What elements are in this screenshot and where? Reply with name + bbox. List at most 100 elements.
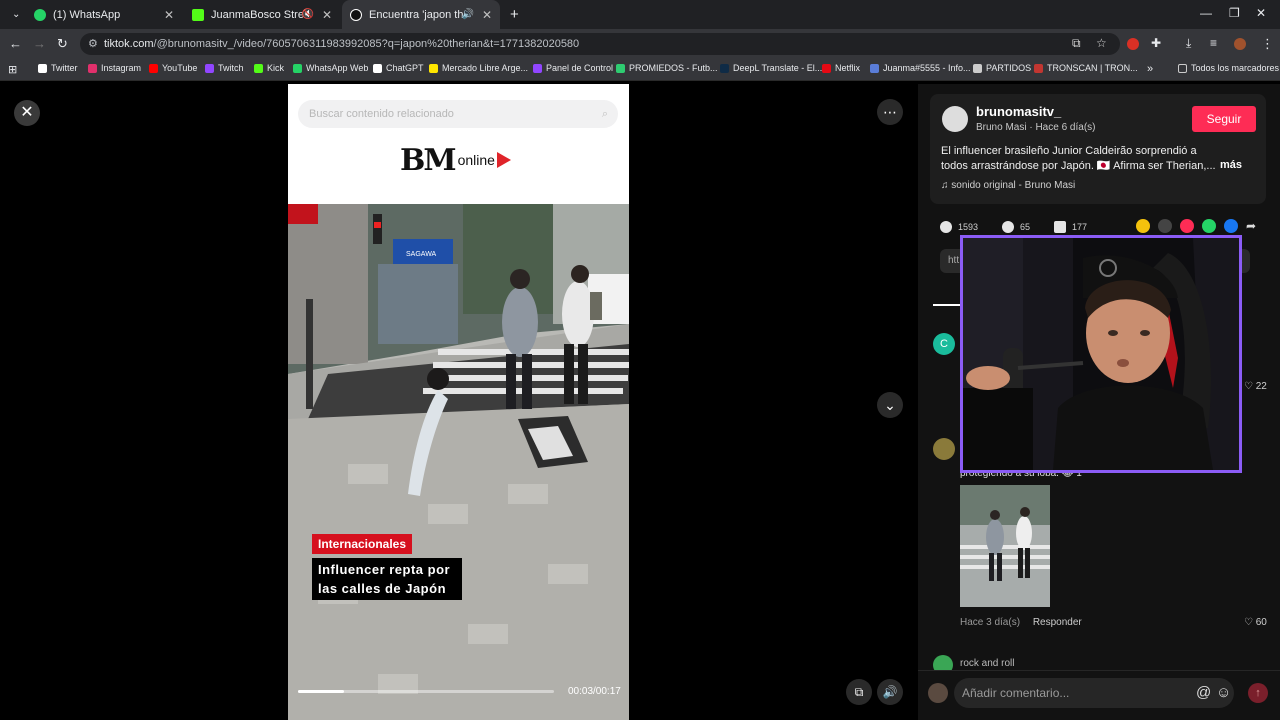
bookmark-mercado-libre[interactable]: Mercado Libre Arge... (429, 63, 528, 73)
extensions-icon[interactable]: ✚ (1151, 36, 1161, 50)
comments-tab-indicator (933, 304, 963, 306)
bookmark-instagram[interactable]: Instagram (88, 63, 141, 73)
url-text[interactable]: tiktok.com/@brunomasitv_/video/760570631… (104, 38, 579, 50)
bm-online-logo: BM online (400, 142, 511, 178)
share-whatsapp-icon[interactable] (1202, 219, 1216, 233)
audio-playing-icon[interactable]: 🔊 (462, 9, 474, 20)
bookmark-twitter[interactable]: Twitter (38, 63, 78, 73)
bookmark-star-icon[interactable]: ☆ (1096, 36, 1107, 50)
more-link[interactable]: más (1220, 159, 1242, 171)
media-control-icon[interactable]: ≡ (1210, 36, 1217, 50)
comment-meta: Hace 3 día(s) Responder (960, 617, 1092, 628)
bookmarks-bar: ⊞ Twitter Instagram YouTube Twitch Kick … (0, 59, 1280, 81)
comment-like[interactable]: ♡ 22 (1244, 381, 1267, 392)
like-button[interactable]: 1593 (940, 221, 978, 233)
share-arrow-icon[interactable]: ➦ (1246, 219, 1260, 233)
engagement-bar: 1593 65 177 ➦ (940, 216, 1270, 236)
commenter-avatar[interactable]: C (933, 333, 955, 355)
comment-like[interactable]: ♡ 60 (1244, 617, 1267, 628)
download-icon[interactable]: ⤓ (1186, 36, 1191, 51)
forward-icon[interactable]: → (33, 36, 46, 51)
back-icon[interactable]: ← (9, 36, 22, 51)
deepl-icon (720, 63, 729, 73)
bookmark-promiedos[interactable]: PROMIEDOS - Futb... (616, 63, 718, 73)
bookmark-whatsapp-web[interactable]: WhatsApp Web (293, 63, 368, 73)
toolbar: ← → ↻ ⚙ tiktok.com/@brunomasitv_/video/7… (0, 29, 1280, 59)
menu-icon[interactable]: ⋮ (1261, 36, 1274, 52)
bookmark-partidos[interactable]: PARTIDOS (973, 63, 1031, 73)
bookmark-twitch[interactable]: Twitch (205, 63, 244, 73)
post-description: El influencer brasileño Junior Caldeirão… (941, 145, 1216, 172)
next-video-button[interactable]: ⌄ (877, 392, 903, 418)
webcam-feed (963, 238, 1239, 470)
address-bar[interactable]: ⚙ tiktok.com/@brunomasitv_/video/7605706… (80, 33, 1120, 55)
send-comment-button[interactable]: ↑ (1248, 683, 1268, 703)
whatsapp-icon (293, 63, 302, 73)
promiedos-icon (616, 63, 625, 73)
tab-title: Encuentra 'japon therian' e (369, 8, 465, 21)
new-tab-button[interactable]: + (502, 0, 522, 29)
bookmark-chatgpt[interactable]: ChatGPT (373, 63, 424, 73)
muted-icon[interactable]: 🔇 (302, 9, 314, 20)
bookmark-tronscan[interactable]: TRONSCAN | TRON... (1034, 63, 1138, 73)
apps-grid-icon[interactable]: ⊞ (8, 63, 17, 76)
trophy-icon (973, 63, 982, 73)
comment-button[interactable]: 65 (1002, 221, 1030, 233)
bookmark-kick[interactable]: Kick (254, 63, 284, 73)
all-bookmarks-folder[interactable]: Todos los marcadores (1178, 63, 1279, 73)
author-avatar[interactable] (942, 106, 968, 132)
tab-strip: ⌄ (1) WhatsApp ✕ JuanmaBosco Stream - Wa… (0, 0, 1280, 29)
install-app-icon[interactable]: ⧉ (1072, 36, 1081, 51)
bookmark-netflix[interactable]: Netflix (822, 63, 860, 73)
tab-tiktok[interactable]: Encuentra 'japon therian' e 🔊 ✕ (342, 0, 500, 29)
embed-icon[interactable] (1158, 219, 1172, 233)
reply-link[interactable]: Responder (1033, 617, 1082, 628)
commenter-avatar[interactable] (933, 438, 955, 460)
search-icon[interactable]: ⌕ (602, 100, 608, 128)
bookmark-panel-control[interactable]: Panel de Control (533, 63, 613, 73)
tab-search-button[interactable]: ⌄ (4, 0, 22, 29)
netflix-icon (822, 63, 831, 73)
chatgpt-icon (373, 63, 382, 73)
more-bookmarks-icon[interactable]: » (1147, 63, 1153, 75)
bookmark-deepl[interactable]: DeepL Translate - El... (720, 63, 822, 73)
follow-button[interactable]: Seguir (1192, 106, 1256, 132)
sound-link[interactable]: ♫ sonido original - Bruno Masi (941, 180, 1075, 191)
close-tab-icon[interactable]: ✕ (164, 8, 174, 22)
mention-icon[interactable]: @ (1196, 678, 1211, 708)
tiktok-icon (350, 8, 362, 21)
close-window-icon[interactable]: ✕ (1256, 6, 1266, 20)
more-options-button[interactable]: ⋯ (877, 99, 903, 125)
minimize-icon[interactable]: — (1200, 6, 1212, 20)
tab-kick-stream[interactable]: JuanmaBosco Stream - Wat 🔇 ✕ (184, 0, 340, 29)
heart-icon (940, 221, 952, 233)
close-tab-icon[interactable]: ✕ (322, 8, 332, 22)
adblock-extension-icon[interactable] (1127, 38, 1139, 50)
author-username[interactable]: brunomasitv_ (976, 104, 1061, 119)
floating-player-button[interactable]: ⧉ (846, 679, 872, 705)
bookmark-juanma[interactable]: Juanma#5555 - Info... (870, 63, 971, 73)
comment-input[interactable]: Añadir comentario... @ ☺ (954, 678, 1234, 708)
tab-title: (1) WhatsApp (53, 8, 121, 21)
volume-button[interactable]: 🔊 (877, 679, 903, 705)
emoji-icon[interactable]: ☺ (1216, 678, 1231, 708)
comment-image[interactable] (960, 485, 1050, 607)
restore-icon[interactable]: ❐ (1229, 6, 1240, 20)
related-search-input[interactable]: Buscar contenido relacionado ⌕ (298, 100, 618, 128)
share-snapchat-icon[interactable] (1136, 219, 1150, 233)
bookmark-youtube[interactable]: YouTube (149, 63, 197, 73)
site-info-icon[interactable]: ⚙ (88, 37, 98, 50)
whatsapp-icon (34, 8, 46, 21)
close-tab-icon[interactable]: ✕ (482, 8, 492, 22)
share-facebook-icon[interactable] (1224, 219, 1238, 233)
close-video-button[interactable]: ✕ (14, 100, 40, 126)
share-tiktok-icon[interactable] (1180, 219, 1194, 233)
reload-icon[interactable]: ↻ (57, 36, 68, 52)
tab-whatsapp[interactable]: (1) WhatsApp ✕ (26, 0, 182, 29)
profile-avatar[interactable] (1234, 38, 1246, 50)
save-button[interactable]: 177 (1054, 221, 1087, 233)
video-player[interactable]: Buscar contenido relacionado ⌕ BM online… (288, 84, 629, 720)
video-progress-bar[interactable] (298, 690, 554, 693)
x-icon (38, 63, 47, 73)
street-scene-frame: SAGAWA (288, 204, 629, 720)
